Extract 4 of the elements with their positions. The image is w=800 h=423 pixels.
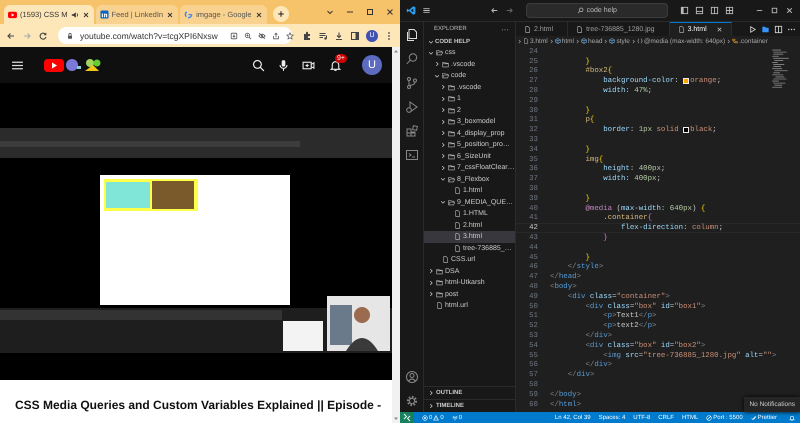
video-title: CSS Media Queries and Custom Variables Explained || Episode -: [15, 398, 382, 412]
more-actions[interactable]: ···: [501, 24, 509, 34]
address-field[interactable]: youtube.com/watch?v=tcgXPI6Nxsw: [58, 27, 292, 44]
account-avatar[interactable]: U: [362, 55, 382, 75]
